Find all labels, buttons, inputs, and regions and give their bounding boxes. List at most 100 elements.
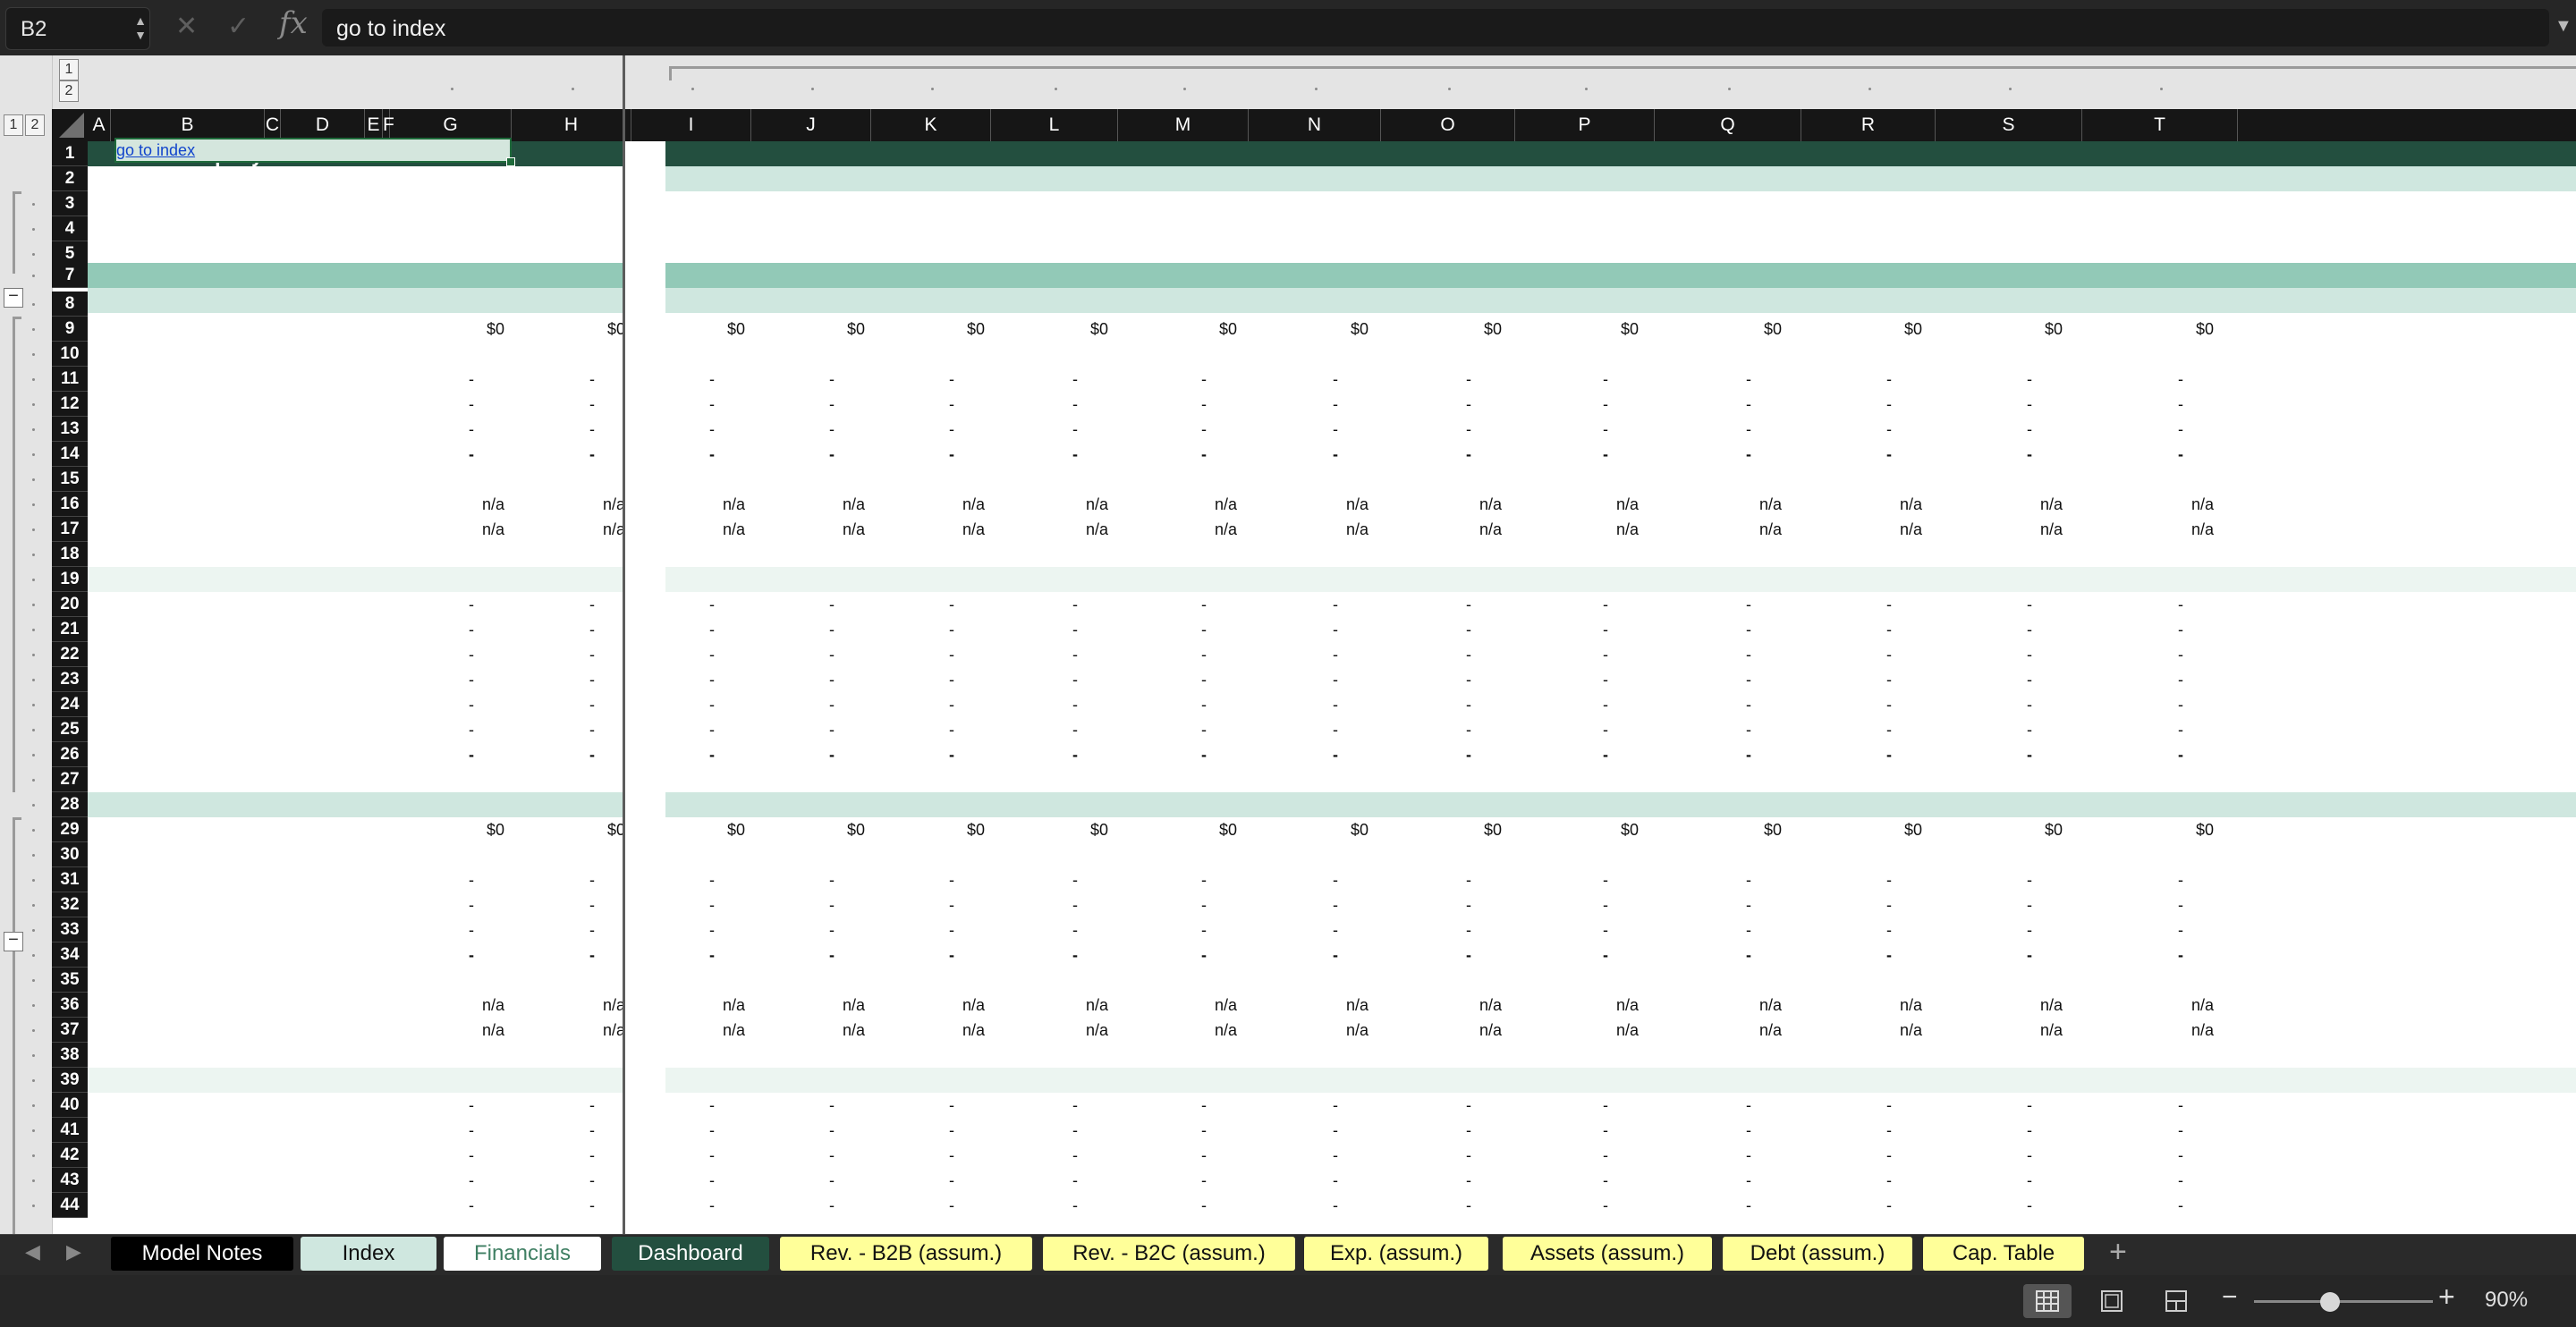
value-cell[interactable]: n/a: [913, 1021, 985, 1040]
value-cell[interactable]: -: [1603, 921, 1608, 940]
value-cell[interactable]: -: [1466, 696, 1471, 714]
col-header-e[interactable]: E: [365, 109, 383, 141]
value-cell[interactable]: -: [829, 671, 835, 689]
value-cell[interactable]: -: [709, 1121, 715, 1140]
value-cell[interactable]: -: [1746, 946, 1751, 965]
value-cell[interactable]: -: [829, 1196, 835, 1215]
value-cell[interactable]: $0: [1430, 320, 1502, 339]
row-header-23[interactable]: 23: [52, 667, 88, 692]
row-header-44[interactable]: 44: [52, 1193, 88, 1218]
value-cell[interactable]: -: [1072, 946, 1078, 965]
value-cell[interactable]: -: [1072, 420, 1078, 439]
value-cell[interactable]: -: [709, 746, 715, 765]
value-cell[interactable]: n/a: [554, 495, 625, 514]
value-cell[interactable]: -: [1072, 746, 1078, 765]
value-cell[interactable]: -: [1201, 746, 1207, 765]
value-cell[interactable]: -: [1201, 596, 1207, 614]
value-cell[interactable]: -: [1072, 921, 1078, 940]
value-cell[interactable]: -: [709, 696, 715, 714]
value-cell[interactable]: $0: [1037, 821, 1108, 840]
value-cell[interactable]: -: [2027, 445, 2032, 464]
value-cell[interactable]: -: [1201, 370, 1207, 389]
col-header-a[interactable]: A: [88, 109, 111, 141]
value-cell[interactable]: -: [2027, 946, 2032, 965]
value-cell[interactable]: -: [709, 646, 715, 664]
value-cell[interactable]: -: [1072, 1121, 1078, 1140]
value-cell[interactable]: n/a: [554, 1021, 625, 1040]
value-cell[interactable]: -: [949, 395, 954, 414]
value-cell[interactable]: -: [1746, 696, 1751, 714]
value-cell[interactable]: -: [829, 445, 835, 464]
value-cell[interactable]: -: [1603, 1121, 1608, 1140]
value-cell[interactable]: -: [2027, 671, 2032, 689]
value-cell[interactable]: -: [2027, 696, 2032, 714]
value-cell[interactable]: -: [1466, 445, 1471, 464]
value-cell[interactable]: -: [949, 946, 954, 965]
value-cell[interactable]: n/a: [1430, 996, 1502, 1015]
value-cell[interactable]: -: [1603, 621, 1608, 639]
row-header-22[interactable]: 22: [52, 642, 88, 667]
value-cell[interactable]: -: [469, 896, 474, 915]
value-cell[interactable]: -: [1072, 596, 1078, 614]
value-cell[interactable]: n/a: [1165, 520, 1237, 539]
col-header-h[interactable]: H: [512, 109, 631, 141]
value-cell[interactable]: -: [1886, 1146, 1892, 1165]
value-cell[interactable]: -: [1333, 395, 1338, 414]
sheet-tab-exp-assum[interactable]: Exp. (assum.): [1304, 1237, 1488, 1271]
value-cell[interactable]: $0: [554, 821, 625, 840]
value-cell[interactable]: -: [2178, 921, 2183, 940]
value-cell[interactable]: n/a: [1567, 520, 1639, 539]
value-cell[interactable]: -: [1466, 721, 1471, 740]
row-header-28[interactable]: 28: [52, 792, 88, 817]
value-cell[interactable]: $0: [433, 821, 504, 840]
value-cell[interactable]: -: [1201, 646, 1207, 664]
value-cell[interactable]: -: [2178, 1146, 2183, 1165]
col-header-f[interactable]: F: [383, 109, 394, 141]
value-cell[interactable]: -: [709, 871, 715, 890]
row-header-29[interactable]: 29: [52, 817, 88, 842]
row-header-26[interactable]: 26: [52, 742, 88, 767]
sheet-tab-assets-assum[interactable]: Assets (assum.): [1503, 1237, 1712, 1271]
value-cell[interactable]: n/a: [433, 520, 504, 539]
col-header-g[interactable]: G: [390, 109, 512, 141]
formula-input[interactable]: go to index: [322, 9, 2549, 46]
col-header-t[interactable]: T: [2082, 109, 2238, 141]
value-cell[interactable]: -: [1746, 1171, 1751, 1190]
zoom-out-button[interactable]: −: [2222, 1282, 2238, 1313]
value-cell[interactable]: -: [949, 696, 954, 714]
value-cell[interactable]: -: [1201, 621, 1207, 639]
value-cell[interactable]: -: [949, 921, 954, 940]
value-cell[interactable]: -: [1072, 721, 1078, 740]
value-cell[interactable]: -: [1072, 1196, 1078, 1215]
value-cell[interactable]: -: [1746, 445, 1751, 464]
row-header-1[interactable]: 1: [52, 141, 88, 166]
value-cell[interactable]: n/a: [1567, 495, 1639, 514]
value-cell[interactable]: -: [1886, 596, 1892, 614]
value-cell[interactable]: -: [1333, 721, 1338, 740]
value-cell[interactable]: -: [1603, 746, 1608, 765]
value-cell[interactable]: -: [709, 1146, 715, 1165]
value-cell[interactable]: -: [1333, 420, 1338, 439]
value-cell[interactable]: -: [1072, 370, 1078, 389]
add-sheet-button[interactable]: +: [2109, 1235, 2127, 1270]
row-header-24[interactable]: 24: [52, 692, 88, 717]
col-header-s[interactable]: S: [1936, 109, 2082, 141]
value-cell[interactable]: -: [469, 921, 474, 940]
value-cell[interactable]: -: [1333, 370, 1338, 389]
value-cell[interactable]: -: [2178, 721, 2183, 740]
value-cell[interactable]: $0: [793, 821, 865, 840]
value-cell[interactable]: n/a: [1430, 520, 1502, 539]
value-cell[interactable]: n/a: [1851, 520, 1922, 539]
col-outline-level-1[interactable]: 1: [59, 59, 79, 80]
value-cell[interactable]: -: [1201, 1096, 1207, 1115]
value-cell[interactable]: -: [589, 596, 595, 614]
value-cell[interactable]: -: [2027, 370, 2032, 389]
value-cell[interactable]: n/a: [1297, 520, 1368, 539]
value-cell[interactable]: -: [469, 1171, 474, 1190]
value-cell[interactable]: -: [1746, 1146, 1751, 1165]
freeze-pane-divider[interactable]: [623, 55, 625, 1234]
value-cell[interactable]: -: [1201, 1121, 1207, 1140]
value-cell[interactable]: n/a: [1851, 996, 1922, 1015]
value-cell[interactable]: -: [2178, 746, 2183, 765]
value-cell[interactable]: -: [709, 921, 715, 940]
